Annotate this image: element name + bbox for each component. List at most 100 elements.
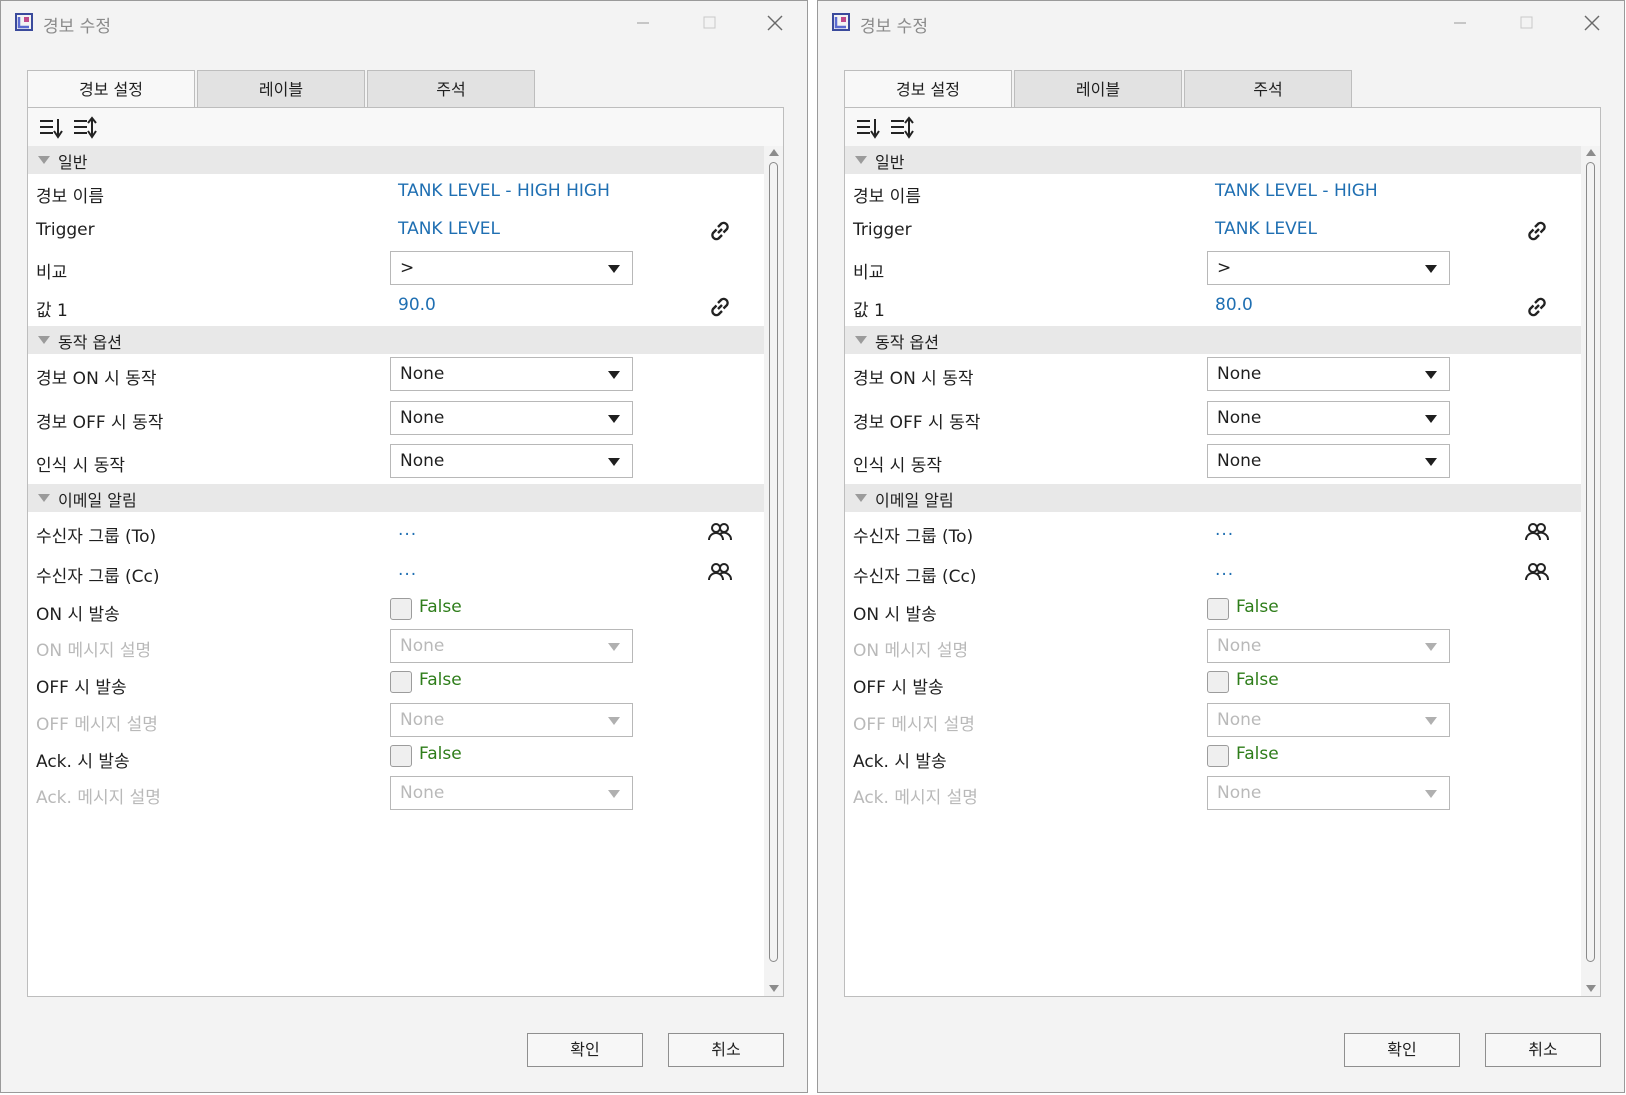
send-ack-checkbox[interactable] [1207,745,1229,767]
value1-value[interactable]: 80.0 [1215,295,1253,315]
link-icon[interactable] [706,217,734,245]
recipients-cc-label: 수신자 그룹 (Cc) [853,567,977,587]
recipients-cc-value[interactable]: ... [398,560,417,580]
action-off-selected: None [1217,408,1262,428]
collapse-triangle-icon[interactable] [38,156,50,164]
action-off-dropdown[interactable]: None [1207,401,1450,435]
people-icon[interactable] [1523,560,1551,584]
tab-alarm-settings[interactable]: 경보 설정 [27,70,195,109]
sort-alphabetical-icon[interactable] [889,116,915,140]
action-off-label: 경보 OFF 시 동작 [853,413,981,433]
cancel-button[interactable]: 취소 [668,1033,784,1067]
alarm-edit-dialog-left: 경보 수정 경보 설정 레이블 주석 일반 경보 이름 TANK LEVEL -… [0,0,808,1093]
sort-categorized-icon[interactable] [38,116,64,140]
scroll-down-arrow-icon[interactable] [1586,985,1596,992]
minimize-button[interactable] [1442,9,1478,37]
send-off-checkbox[interactable] [390,671,412,693]
collapse-triangle-icon[interactable] [855,494,867,502]
row-action-ack: 인식 시 동작 None [845,443,1581,481]
value1-value[interactable]: 90.0 [398,295,436,315]
send-ack-value: False [1236,744,1279,764]
chevron-down-icon [608,265,620,273]
tab-labels[interactable]: 레이블 [1014,70,1182,108]
send-on-checkbox[interactable] [1207,598,1229,620]
alarm-name-value[interactable]: TANK LEVEL - HIGH HIGH [398,181,610,201]
scroll-down-arrow-icon[interactable] [769,985,779,992]
tab-alarm-settings[interactable]: 경보 설정 [844,70,1012,109]
row-action-off: 경보 OFF 시 동작 None [845,400,1581,438]
collapse-triangle-icon[interactable] [855,156,867,164]
recipients-to-value[interactable]: ... [1215,520,1234,540]
chevron-down-icon [608,790,620,798]
section-actions[interactable]: 동작 옵션 [28,326,764,354]
sort-categorized-icon[interactable] [855,116,881,140]
tab-notes[interactable]: 주석 [367,70,535,108]
row-value1: 값 1 90.0 [28,288,764,326]
on-message-dropdown: None [390,629,633,663]
send-on-label: ON 시 발송 [853,605,937,625]
scroll-thumb[interactable] [1586,162,1595,962]
ok-button[interactable]: 확인 [1344,1033,1460,1067]
send-off-label: OFF 시 발송 [853,678,944,698]
row-action-on: 경보 ON 시 동작 None [845,356,1581,394]
off-message-selected: None [1217,710,1262,730]
send-off-value: False [1236,670,1279,690]
ok-button[interactable]: 확인 [527,1033,643,1067]
maximize-button[interactable] [691,9,727,37]
scroll-up-arrow-icon[interactable] [769,149,779,156]
send-ack-label: Ack. 시 발송 [36,752,130,772]
chevron-down-icon [608,717,620,725]
people-icon[interactable] [706,560,734,584]
people-icon[interactable] [706,520,734,544]
title-bar[interactable]: 경보 수정 [818,1,1624,45]
row-send-off: OFF 시 발송 False [28,665,764,703]
vertical-scrollbar[interactable] [1581,146,1600,996]
action-ack-dropdown[interactable]: None [1207,444,1450,478]
action-ack-dropdown[interactable]: None [390,444,633,478]
link-icon[interactable] [1523,293,1551,321]
alarm-name-value[interactable]: TANK LEVEL - HIGH [1215,181,1378,201]
link-icon[interactable] [706,293,734,321]
section-email[interactable]: 이메일 알림 [845,484,1581,512]
collapse-triangle-icon[interactable] [855,336,867,344]
row-on-message: ON 메시지 설명 None [28,628,764,666]
action-on-dropdown[interactable]: None [390,357,633,391]
section-general[interactable]: 일반 [845,146,1581,174]
collapse-triangle-icon[interactable] [38,336,50,344]
recipients-cc-value[interactable]: ... [1215,560,1234,580]
trigger-value[interactable]: TANK LEVEL [1215,219,1317,239]
compare-label: 비교 [36,263,68,283]
minimize-button[interactable] [625,9,661,37]
compare-dropdown[interactable]: > [390,251,633,285]
collapse-triangle-icon[interactable] [38,494,50,502]
send-ack-checkbox[interactable] [390,745,412,767]
recipients-to-value[interactable]: ... [398,520,417,540]
title-bar[interactable]: 경보 수정 [1,1,807,45]
scroll-thumb[interactable] [769,162,778,962]
section-actions[interactable]: 동작 옵션 [845,326,1581,354]
section-email[interactable]: 이메일 알림 [28,484,764,512]
section-general[interactable]: 일반 [28,146,764,174]
tab-notes[interactable]: 주석 [1184,70,1352,108]
scroll-up-arrow-icon[interactable] [1586,149,1596,156]
action-ack-label: 인식 시 동작 [853,456,943,476]
action-off-dropdown[interactable]: None [390,401,633,435]
compare-label: 비교 [853,263,885,283]
close-button[interactable] [1574,9,1610,37]
sort-alphabetical-icon[interactable] [72,116,98,140]
tab-labels[interactable]: 레이블 [197,70,365,108]
compare-dropdown[interactable]: > [1207,251,1450,285]
send-on-checkbox[interactable] [390,598,412,620]
row-alarm-name: 경보 이름 TANK LEVEL - HIGH HIGH [28,174,764,212]
people-icon[interactable] [1523,520,1551,544]
link-icon[interactable] [1523,217,1551,245]
cancel-button[interactable]: 취소 [1485,1033,1601,1067]
vertical-scrollbar[interactable] [764,146,783,996]
window-title: 경보 수정 [43,17,111,37]
send-off-label: OFF 시 발송 [36,678,127,698]
send-off-checkbox[interactable] [1207,671,1229,693]
maximize-button[interactable] [1508,9,1544,37]
trigger-value[interactable]: TANK LEVEL [398,219,500,239]
action-on-dropdown[interactable]: None [1207,357,1450,391]
close-button[interactable] [757,9,793,37]
